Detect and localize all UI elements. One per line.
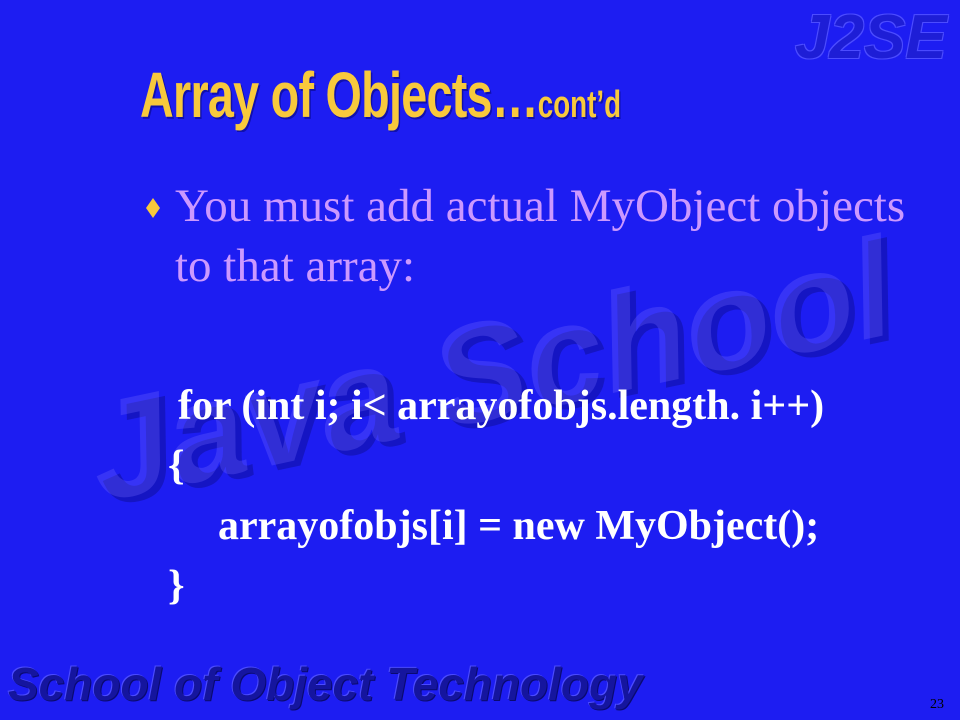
slide: Java School J2SE Array of Objects…cont’d… [0,0,960,720]
footer-branding: School of Object Technology [8,658,643,710]
diamond-bullet-icon [146,198,160,218]
code-line-close-brace: } [168,563,185,609]
j2se-logo: J2SE [795,3,947,72]
bullet-text-line: You must add actual MyObject objects [175,180,906,232]
bullet-item: You must add actual MyObject objects to … [175,176,905,296]
code-line-assignment: arrayofobjs[i] = new MyObject(); [218,503,820,549]
slide-title: Array of Objects…cont’d [140,63,621,145]
code-line-for-loop: for (int i; i< arrayofobjs.length. i++) [178,383,825,429]
slide-title-suffix: cont’d [537,84,622,126]
diamond-bullet-shape [146,198,160,218]
page-number: 23 [930,697,944,712]
code-line-open-brace: { [168,443,185,489]
slide-title-main: Array of Objects… [140,59,539,131]
bullet-text-line: to that array: [175,240,416,292]
